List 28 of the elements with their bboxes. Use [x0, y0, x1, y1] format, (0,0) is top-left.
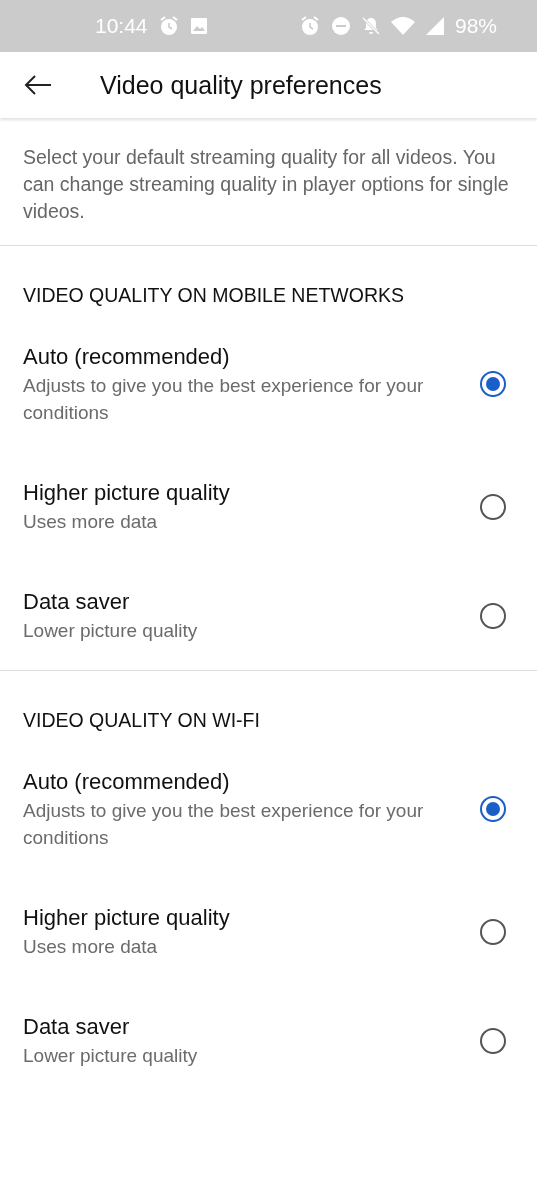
option-subtitle: Lower picture quality [23, 1044, 199, 1068]
option-title: Auto (recommended) [23, 768, 231, 796]
radio-button[interactable] [480, 918, 506, 945]
option-title: Higher picture quality [23, 479, 231, 507]
option-subtitle: Lower picture quality [23, 619, 199, 643]
option-title: Data saver [23, 1013, 131, 1041]
radio-button[interactable] [480, 796, 506, 822]
section-heading: VIDEO QUALITY ON MOBILE NETWORKS [22, 283, 406, 308]
wifi-icon [390, 16, 415, 36]
back-button[interactable] [24, 74, 52, 96]
option-subtitle: Uses more data [23, 935, 159, 959]
section-heading: VIDEO QUALITY ON WI-FI [22, 708, 261, 733]
image-icon [189, 17, 208, 35]
muted-bell-icon [360, 16, 381, 36]
signal-icon [424, 16, 445, 36]
option-title: Auto (recommended) [23, 343, 231, 371]
radio-button[interactable] [480, 1027, 506, 1054]
do-not-disturb-icon [330, 16, 351, 36]
option-title: Higher picture quality [23, 904, 231, 932]
radio-button[interactable] [480, 602, 506, 629]
option-title: Data saver [23, 588, 131, 616]
radio-button[interactable] [480, 493, 506, 520]
description-text: Select your default streaming quality for all videos. You can change streaming quality in player options for single videos. [0, 118, 537, 246]
option-subtitle: Adjusts to give you the best experience for your conditions [23, 799, 425, 850]
option-subtitle: Uses more data [23, 510, 159, 534]
page-title: Video quality preferences [100, 70, 382, 100]
radio-button[interactable] [480, 371, 506, 397]
option-subtitle: Adjusts to give you the best experience for your conditions [23, 374, 425, 425]
